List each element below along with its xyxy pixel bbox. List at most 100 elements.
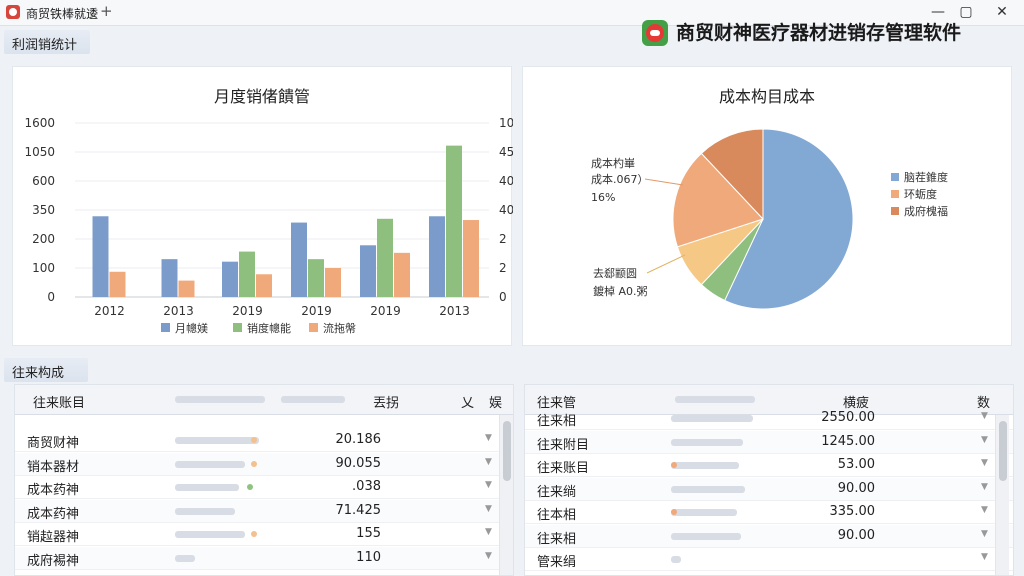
- scrollbar-thumb[interactable]: [503, 421, 511, 481]
- row-value: 335.00: [829, 504, 876, 519]
- right-table-scrollbar[interactable]: [995, 415, 1009, 575]
- left-table-scrollbar[interactable]: [499, 415, 513, 575]
- chevron-down-icon[interactable]: ▼: [981, 411, 988, 421]
- y-tick-label-right: 0: [499, 290, 507, 304]
- blurred-cell: [175, 554, 195, 562]
- bar-chart: 1600 101050 45600 40350 40200 2100 20 02012 2013…: [24, 116, 513, 335]
- bar-1: [360, 245, 376, 297]
- row-name: 往来相: [537, 531, 577, 547]
- maximize-button[interactable]: ▢: [954, 2, 978, 22]
- tab-title[interactable]: 商贸铁棒就逶: [26, 5, 98, 22]
- row-name: 销本器材: [27, 459, 80, 475]
- new-tab-button[interactable]: +: [100, 2, 113, 20]
- blurred-cell: [175, 460, 245, 468]
- table-row[interactable]: 成府裼神 110 ▼: [15, 546, 513, 570]
- chevron-down-icon[interactable]: ▼: [485, 527, 492, 537]
- bar-2: [377, 218, 393, 297]
- table-row[interactable]: 往来账目 53.00 ▼: [525, 454, 1013, 477]
- chevron-down-icon[interactable]: ▼: [981, 458, 988, 468]
- status-dot: [671, 509, 677, 515]
- y-tick-label-right: 10: [499, 116, 513, 130]
- blurred-cell: [671, 509, 737, 516]
- table-row[interactable]: 商贸财神 20.186 ▼: [15, 429, 513, 452]
- status-dot: [671, 462, 677, 468]
- blurred-cell: [175, 484, 239, 491]
- pie-chart-panel: 成本构目成本 成本杓崋 成本.067） 16% 去郄颛圆 鍍棹 A0.粥 脑茬錐度 环蛎度成…: [522, 66, 1012, 346]
- bar-2: [308, 259, 324, 297]
- row-name: 管来绢: [537, 555, 577, 570]
- blurred-cell: [671, 556, 681, 563]
- brand-logo-icon: [642, 20, 668, 46]
- blurred-cell: [671, 438, 743, 446]
- chevron-down-icon[interactable]: ▼: [981, 482, 988, 492]
- y-tick-label-left: 0: [47, 290, 55, 304]
- legend-label: 流拖幋: [323, 321, 356, 335]
- row-value: 90.00: [837, 527, 875, 543]
- table-row[interactable]: 往来绱 90.00 ▼: [525, 477, 1013, 501]
- section-tab-profit[interactable]: 利润销统计: [4, 30, 90, 54]
- bar-1: [222, 261, 238, 297]
- chevron-down-icon[interactable]: ▼: [485, 504, 492, 514]
- legend-swatch: [233, 323, 242, 332]
- row-name: 往来账目: [537, 461, 590, 476]
- table-row[interactable]: 成本药神 .038 ▼: [15, 476, 513, 499]
- table-header: 往来账目 丟拐 乂 娱: [15, 385, 513, 415]
- table-row[interactable]: 销本器材 90.055 ▼: [15, 452, 513, 476]
- y-tick-label-right: 2: [499, 232, 507, 246]
- bar-1: [429, 216, 445, 297]
- column-header-blurred: [175, 396, 265, 403]
- x-tick-label: 2013: [163, 304, 194, 318]
- y-tick-label-left: 1050: [24, 145, 55, 159]
- scrollbar-thumb[interactable]: [999, 421, 1007, 481]
- y-tick-label-right: 45: [499, 145, 513, 159]
- chevron-down-icon[interactable]: ▼: [485, 457, 492, 467]
- chevron-down-icon[interactable]: ▼: [981, 435, 988, 445]
- legend-swatch: [891, 173, 899, 181]
- row-value: .038: [352, 479, 381, 494]
- table-row[interactable]: 往来相 2550.00 ▼: [525, 407, 1013, 430]
- legend-swatch: [309, 323, 318, 332]
- bar-3: [109, 271, 126, 297]
- legend-label: 销度幒能: [247, 321, 291, 335]
- row-name: 往本相: [537, 508, 577, 523]
- chevron-down-icon[interactable]: ▼: [485, 433, 492, 443]
- y-tick-label-right: 40: [499, 203, 513, 217]
- blurred-cell: [175, 507, 235, 515]
- table-row[interactable]: 销趇器神 155 ▼: [15, 523, 513, 546]
- table-row[interactable]: 成本药神 71.425 ▼: [15, 499, 513, 523]
- blurred-cell: [671, 532, 741, 540]
- chevron-down-icon[interactable]: ▼: [485, 480, 492, 490]
- column-header-name[interactable]: 往来账目: [33, 392, 85, 411]
- y-tick-label-right: 40: [499, 174, 513, 188]
- column-header-6[interactable]: 娱: [489, 392, 502, 411]
- row-name: 成本药神: [27, 483, 80, 498]
- section-tab-ledger[interactable]: 往来构成: [4, 358, 88, 382]
- chevron-down-icon[interactable]: ▼: [485, 551, 492, 561]
- close-button[interactable]: ✕: [990, 2, 1014, 22]
- left-ledger-table: 往来账目 丟拐 乂 娱 商贸财神 20.186 ▼ 销本器材 90.055 ▼ 成本药神 .0…: [14, 384, 514, 576]
- bar-1: [161, 259, 178, 297]
- table-row[interactable]: 往来附目 1245.00 ▼: [525, 430, 1013, 454]
- row-name: 成府裼神: [27, 553, 80, 569]
- blurred-cell: [175, 531, 245, 538]
- legend-swatch: [891, 190, 899, 198]
- minimize-button[interactable]: —: [926, 2, 950, 22]
- table-row[interactable]: 管来绢 ▼: [525, 548, 1013, 571]
- bar-3: [256, 274, 272, 297]
- column-header-4[interactable]: 丟拐: [373, 392, 399, 411]
- chevron-down-icon[interactable]: ▼: [981, 552, 988, 562]
- row-value: 155: [356, 526, 381, 541]
- column-header-5[interactable]: 乂: [461, 392, 474, 411]
- table-row[interactable]: 往本相 335.00 ▼: [525, 501, 1013, 524]
- table-row[interactable]: 往来相 90.00 ▼: [525, 524, 1013, 548]
- leader-line: [644, 178, 684, 186]
- chevron-down-icon[interactable]: ▼: [981, 529, 988, 539]
- bar-chart-panel: 月度销偖饋管 1600 10 1050 45 600 40 350 40 200 2 100 2 0 0 2…: [12, 66, 513, 346]
- row-value: 1245.00: [821, 433, 875, 449]
- row-name: 往来附目: [537, 437, 590, 453]
- status-dot: [251, 531, 257, 537]
- legend-swatch: [891, 207, 899, 215]
- row-name: 成本药神: [27, 506, 80, 522]
- row-value: 90.055: [335, 455, 382, 471]
- chevron-down-icon[interactable]: ▼: [981, 505, 988, 515]
